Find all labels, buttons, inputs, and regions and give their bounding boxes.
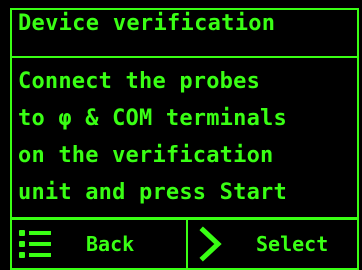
instruction-line-2: to φ & COM terminals	[18, 106, 287, 131]
instruction-line-1: Connect the probes	[18, 69, 261, 94]
select-button[interactable]: Select	[188, 220, 357, 268]
back-button[interactable]: Back	[12, 220, 186, 268]
instruction-line-3: on the verification	[18, 143, 274, 168]
page-title: Device verification	[18, 11, 276, 36]
chevron-right-icon	[199, 226, 222, 262]
menu-list-icon	[19, 230, 51, 258]
instructions-text: Connect the probes to φ & COM terminals …	[18, 63, 358, 211]
back-button-label: Back	[86, 232, 135, 256]
device-screen: Device verification Connect the probes t…	[0, 0, 362, 270]
instruction-line-4: unit and press Start	[18, 180, 287, 205]
select-button-label: Select	[256, 232, 329, 256]
